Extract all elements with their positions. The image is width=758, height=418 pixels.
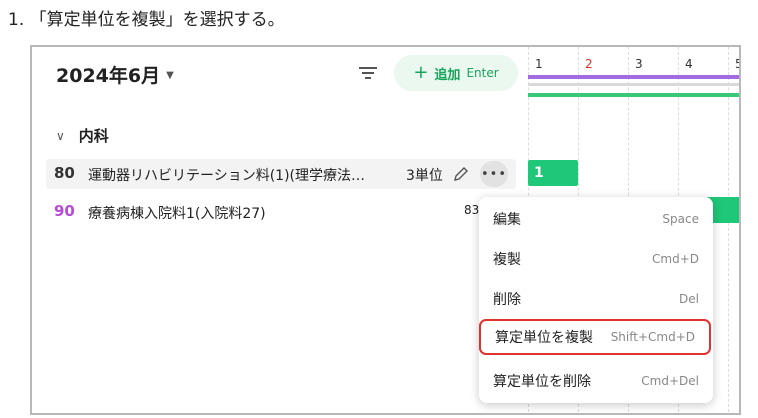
menu-item-label: 編集: [493, 212, 521, 228]
add-button-label: 追加: [434, 67, 461, 83]
row-code: 90: [54, 202, 75, 220]
menu-item-delete[interactable]: 削除 Del: [479, 283, 713, 315]
day-label-today: 2: [585, 57, 593, 71]
section-title: 内科: [78, 127, 109, 145]
menu-item-edit[interactable]: 編集 Space: [479, 203, 713, 235]
chevron-down-icon: ∨: [56, 128, 65, 143]
menu-item-label: 削除: [493, 292, 521, 308]
gantt-bar[interactable]: 1: [528, 160, 578, 186]
more-icon[interactable]: •••: [480, 161, 508, 187]
timeline-bar-green: [528, 93, 739, 97]
row-units: 3単位: [406, 168, 443, 184]
menu-item-duplicate-unit[interactable]: 算定単位を複製 Shift+Cmd+D: [479, 319, 711, 355]
month-selector[interactable]: 2024年6月 ▼: [56, 61, 174, 88]
pencil-icon[interactable]: [453, 166, 469, 182]
row-name: 運動器リハビリテーション料(1)(理学療法…: [88, 168, 366, 184]
month-label: 2024年6月: [56, 65, 161, 87]
row-code: 80: [54, 164, 75, 182]
day-label: 5: [735, 57, 739, 71]
timeline-bar-purple: [528, 75, 739, 79]
menu-item-shortcut: Cmd+D: [652, 252, 699, 266]
menu-item-shortcut: Space: [662, 212, 699, 226]
menu-item-duplicate[interactable]: 複製 Cmd+D: [479, 243, 713, 275]
day-label: 4: [685, 57, 693, 71]
menu-item-shortcut: Shift+Cmd+D: [610, 330, 695, 344]
filter-icon[interactable]: [358, 65, 378, 81]
timeline-bar-grey: [528, 83, 739, 86]
day-gridline: [728, 47, 729, 413]
add-button[interactable]: + 追加 Enter: [394, 55, 518, 91]
screenshot-frame: 2024年6月 ▼ + 追加 Enter 1 2 3 4 5 ∨ 内科 80 運…: [30, 45, 741, 415]
menu-item-label: 複製: [493, 252, 521, 268]
context-menu: 編集 Space 複製 Cmd+D 削除 Del 算定単位を複製 Shift+C…: [479, 197, 713, 403]
add-button-shortcut: Enter: [466, 66, 499, 80]
instruction-text: 1. 「算定単位を複製」を選択する。: [8, 10, 285, 30]
menu-item-label: 算定単位を削除: [493, 374, 591, 390]
menu-item-label: 算定単位を複製: [495, 330, 593, 346]
menu-item-shortcut: Del: [679, 292, 699, 306]
day-label: 3: [635, 57, 643, 71]
section-header[interactable]: ∨ 内科: [56, 125, 109, 146]
menu-item-delete-unit[interactable]: 算定単位を削除 Cmd+Del: [479, 365, 713, 397]
caret-down-icon: ▼: [166, 70, 174, 81]
plus-icon: +: [413, 62, 429, 83]
row-name[interactable]: 療養病棟入院料1(入院料27): [88, 203, 408, 223]
menu-item-shortcut: Cmd+Del: [641, 374, 699, 388]
row-units: 83: [464, 203, 480, 217]
day-label: 1: [535, 57, 543, 71]
